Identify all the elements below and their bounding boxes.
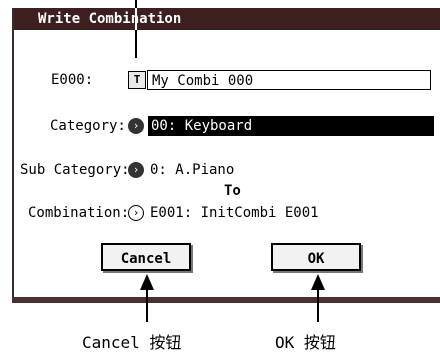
- cancel-button[interactable]: Cancel: [101, 243, 191, 271]
- cancel-leader: [146, 288, 148, 322]
- dialog-title: Write Combination: [38, 11, 182, 27]
- ok-caption: OK 按钮: [275, 333, 336, 352]
- dialog-bottom-border: [12, 297, 440, 303]
- subcategory-popup-chevron-right-icon[interactable]: ›: [128, 162, 144, 178]
- ok-leader: [317, 288, 319, 322]
- subcategory-value[interactable]: 0: A.Piano: [150, 162, 234, 178]
- write-combination-dialog: Write Combination: [12, 8, 440, 302]
- category-popup-chevron-right-icon[interactable]: ›: [128, 118, 144, 134]
- combination-value[interactable]: E001: InitCombi E001: [150, 205, 319, 221]
- dialog-titlebar: Write Combination: [14, 8, 440, 30]
- text-edit-icon[interactable]: T: [128, 71, 146, 89]
- combination-name-field[interactable]: My Combi 000: [147, 70, 431, 90]
- subcategory-label: Sub Category:: [20, 162, 130, 178]
- name-label: E000:: [51, 72, 94, 88]
- combination-popup-chevron-right-icon[interactable]: ›: [128, 205, 144, 221]
- ok-button[interactable]: OK: [271, 243, 361, 271]
- cancel-caption: Cancel 按钮: [82, 333, 182, 352]
- to-label: To: [224, 183, 241, 199]
- t-icon-leader-overlay-dark: [135, 30, 137, 58]
- category-label: Category:: [50, 118, 126, 134]
- combination-label: Combination:: [28, 205, 130, 221]
- category-field[interactable]: 00: Keyboard: [148, 116, 434, 136]
